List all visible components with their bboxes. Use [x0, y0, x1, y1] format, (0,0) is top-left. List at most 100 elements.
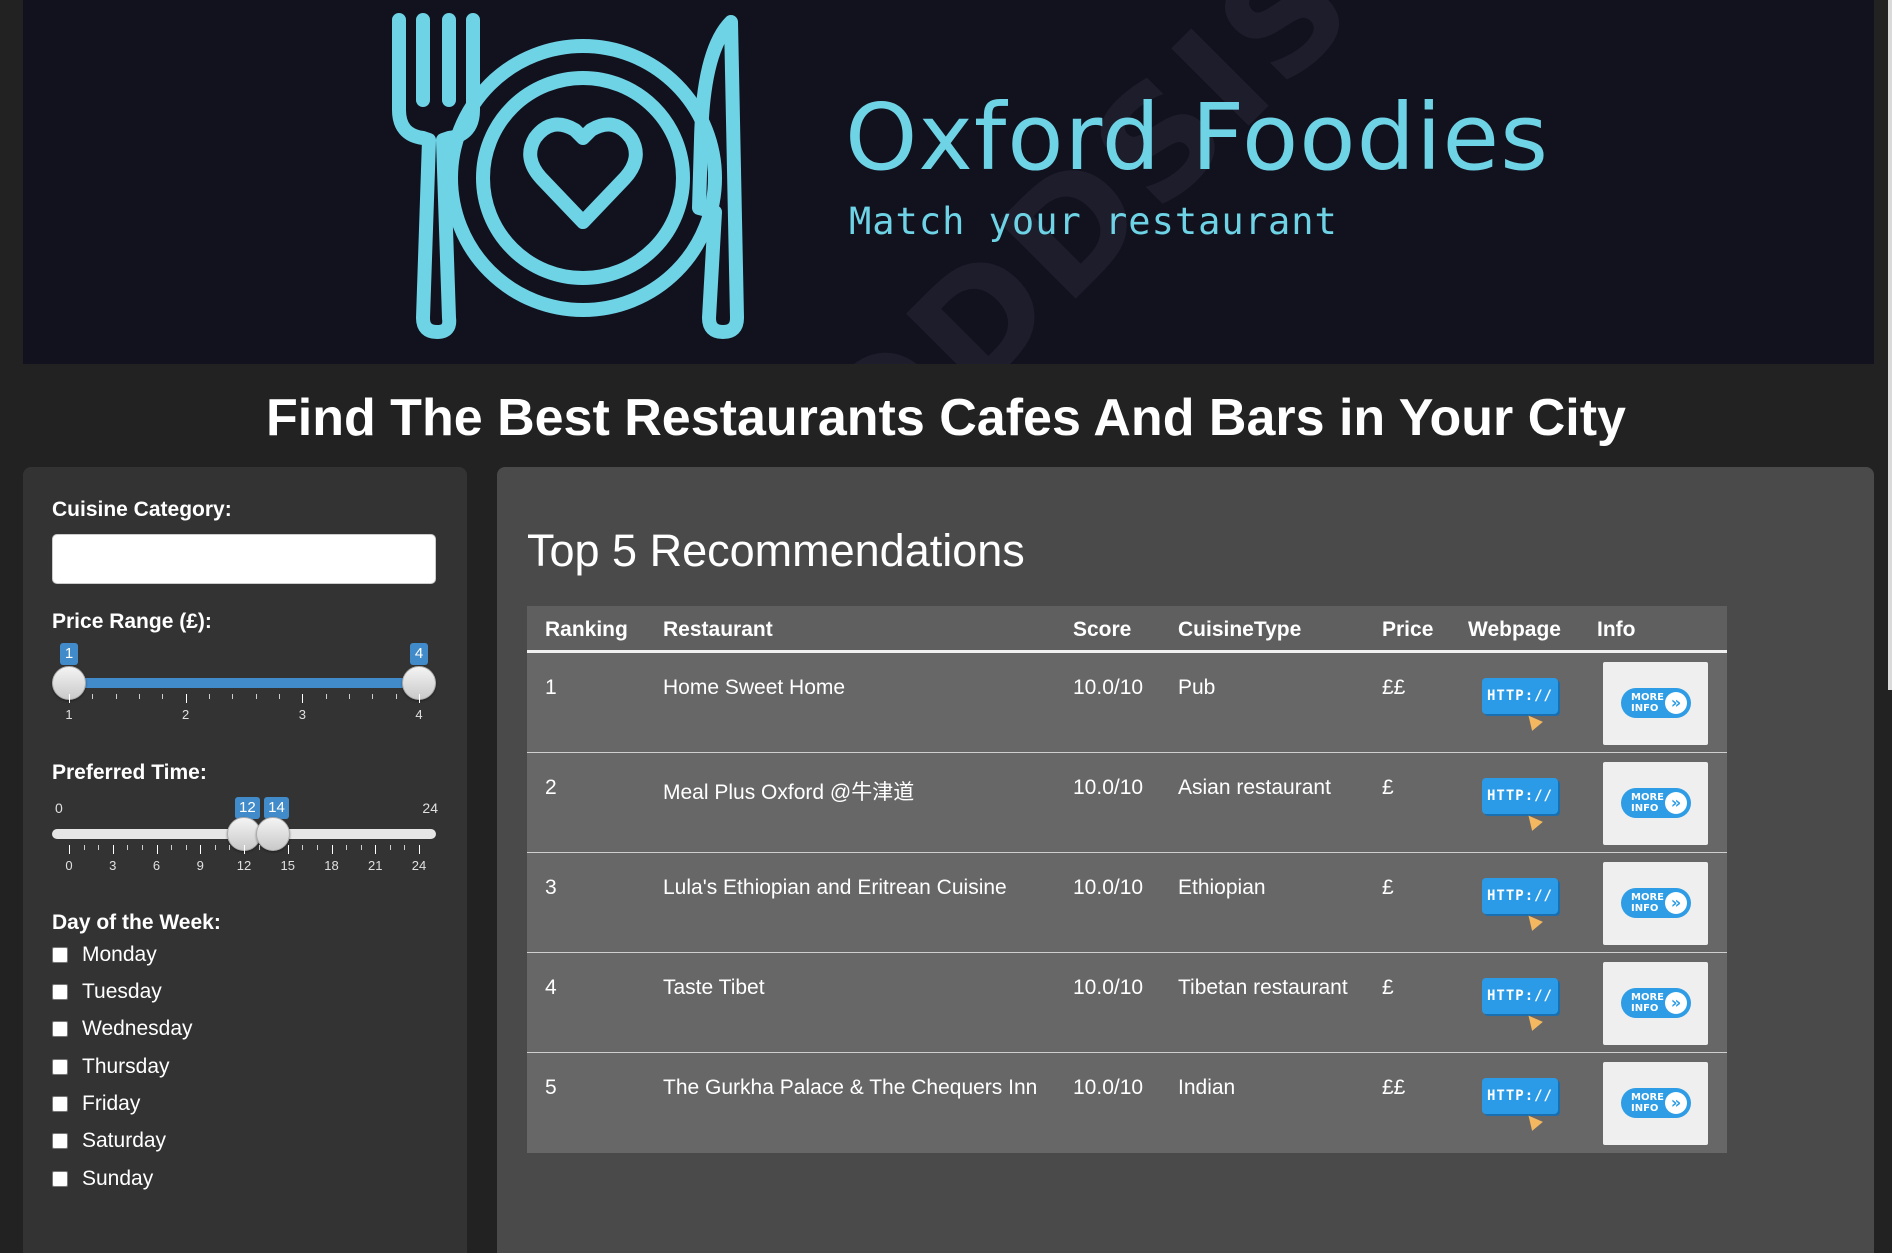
cell-cuisine: Ethiopian: [1178, 876, 1266, 899]
more-info-button[interactable]: MORE INFO»: [1603, 1062, 1708, 1145]
price-from-bubble: 1: [60, 643, 78, 665]
cell-price: ££: [1382, 676, 1406, 699]
slider-tick: [83, 845, 85, 850]
cell-ranking: 2: [545, 776, 557, 799]
table-header: Ranking Restaurant Score CuisineType Price We…: [527, 606, 1727, 653]
results-panel: Top 5 Recommendations Ranking Restaurant S…: [497, 467, 1874, 1253]
slider-tick: [389, 845, 391, 850]
slider-tick: [229, 845, 231, 850]
webpage-link-button[interactable]: HTTP://: [1482, 878, 1558, 931]
day-label: Day of the Week:: [52, 911, 221, 934]
time-max-label: 24: [422, 800, 438, 816]
fork-plate-heart-knife-icon: [392, 13, 744, 339]
slider-tick-label: 0: [65, 858, 73, 873]
double-chevron-right-icon: »: [1665, 1092, 1687, 1114]
cell-restaurant: Meal Plus Oxford @牛津道: [663, 781, 915, 804]
slider-tick-label: 15: [280, 858, 295, 873]
more-info-label: MORE INFO: [1631, 692, 1664, 714]
slider-tick: [419, 694, 420, 703]
more-info-badge: MORE INFO»: [1621, 1088, 1691, 1118]
cell-cuisine: Tibetan restaurant: [1178, 976, 1348, 999]
more-info-label: MORE INFO: [1631, 792, 1664, 814]
more-info-button[interactable]: MORE INFO»: [1603, 762, 1708, 845]
double-chevron-right-icon: »: [1665, 892, 1687, 914]
slider-tick: [69, 694, 70, 703]
cell-score: 10.0/10: [1073, 676, 1144, 699]
slider-tick-label: 6: [152, 858, 161, 873]
cell-restaurant: The Gurkha Palace & The Chequers Inn: [663, 1076, 1038, 1099]
day-option-thursday[interactable]: Thursday: [52, 1055, 170, 1079]
webpage-link-button[interactable]: HTTP://: [1482, 978, 1558, 1031]
slider-tick: [287, 845, 289, 854]
column-header-ranking: Ranking: [545, 618, 628, 641]
column-header-webpage: Webpage: [1468, 618, 1561, 641]
results-title: Top 5 Recommendations: [527, 525, 1025, 576]
slider-tick-label: 12: [236, 858, 252, 873]
cursor-icon: [1523, 711, 1543, 731]
day-option-saturday[interactable]: Saturday: [52, 1129, 166, 1153]
slider-tick: [273, 845, 275, 850]
slider-tick: [112, 845, 114, 854]
page: ODDSIS Oxford Foodies Match your restaur…: [0, 0, 1892, 1253]
cuisine-input[interactable]: [52, 534, 436, 584]
day-option-label: Sunday: [82, 1167, 154, 1190]
cell-ranking: 4: [545, 976, 557, 999]
cell-price: £: [1382, 876, 1394, 899]
cell-restaurant: Lula's Ethiopian and Eritrean Cuisine: [663, 876, 1007, 899]
day-checkbox[interactable]: [52, 1059, 68, 1075]
webpage-link-button[interactable]: HTTP://: [1482, 778, 1558, 831]
slider-tick: [98, 845, 100, 850]
column-header-score: Score: [1073, 618, 1132, 641]
webpage-link-button[interactable]: HTTP://: [1482, 1078, 1558, 1131]
more-info-button[interactable]: MORE INFO»: [1603, 962, 1708, 1045]
slider-tick: [127, 845, 129, 850]
slider-tick: [372, 694, 374, 699]
day-option-friday[interactable]: Friday: [52, 1092, 140, 1116]
cuisine-label: Cuisine Category:: [52, 498, 232, 521]
day-checkbox[interactable]: [52, 984, 68, 1000]
time-min-label: 0: [55, 800, 63, 816]
day-option-monday[interactable]: Monday: [52, 943, 157, 967]
filter-sidebar: Cuisine Category: Price Range (£): 1 4 1…: [23, 467, 467, 1253]
day-checkbox[interactable]: [52, 1133, 68, 1149]
slider-tick: [156, 845, 158, 854]
brand-subtitle: Match your restaurant: [849, 200, 1338, 243]
cursor-icon: [1523, 911, 1543, 931]
cursor-icon: [1523, 1111, 1543, 1131]
day-option-label: Thursday: [82, 1055, 170, 1078]
slider-tick-label: 9: [196, 858, 204, 873]
day-checkbox[interactable]: [52, 1021, 68, 1037]
day-option-sunday[interactable]: Sunday: [52, 1167, 153, 1191]
cursor-icon: [1523, 811, 1543, 831]
cell-cuisine: Indian: [1178, 1076, 1236, 1099]
cell-ranking: 1: [545, 676, 557, 699]
cell-score: 10.0/10: [1073, 776, 1144, 799]
page-scrollbar[interactable]: [1888, 0, 1892, 690]
day-checkbox[interactable]: [52, 947, 68, 963]
double-chevron-right-icon: »: [1665, 792, 1687, 814]
slider-tick: [258, 845, 260, 850]
day-checkbox[interactable]: [52, 1171, 68, 1187]
more-info-button[interactable]: MORE INFO»: [1603, 662, 1708, 745]
slider-tick: [200, 845, 202, 854]
more-info-button[interactable]: MORE INFO»: [1603, 862, 1708, 945]
time-range-slider[interactable]: 0 24 12 14 0 3 6 9 12 15 18 21 24: [52, 793, 438, 903]
webpage-link-button[interactable]: HTTP://: [1482, 678, 1558, 731]
slider-tick: [139, 694, 140, 699]
slider-tick: [325, 694, 327, 699]
slider-tick: [92, 694, 94, 699]
double-chevron-right-icon: »: [1665, 992, 1687, 1014]
slider-tick: [115, 694, 117, 699]
slider-tick: [360, 845, 362, 850]
slider-tick: [185, 845, 187, 850]
slider-tick: [316, 845, 318, 850]
day-option-label: Wednesday: [82, 1017, 193, 1040]
slider-tick: [214, 845, 216, 850]
slider-tick-label: 2: [182, 707, 190, 722]
slider-tick: [209, 694, 210, 699]
day-option-wednesday[interactable]: Wednesday: [52, 1017, 193, 1041]
more-info-badge: MORE INFO»: [1621, 788, 1691, 818]
day-option-tuesday[interactable]: Tuesday: [52, 980, 162, 1004]
price-range-slider[interactable]: 1 4 1 2 3 4: [52, 643, 438, 753]
day-checkbox[interactable]: [52, 1096, 68, 1112]
